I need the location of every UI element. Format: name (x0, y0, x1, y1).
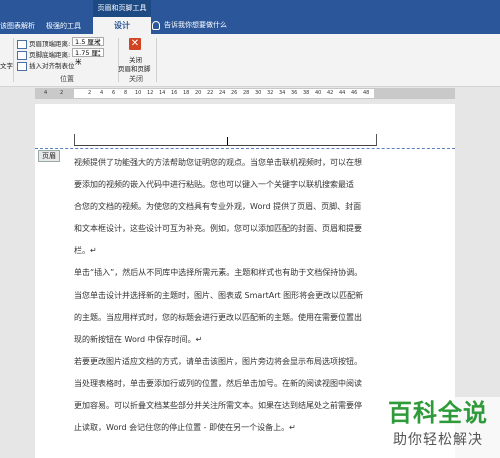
horizontal-ruler[interactable]: 4 2 2 4 6 8 10 12 14 16 18 20 22 24 26 2… (35, 88, 455, 99)
ruler-tick: 38 (303, 90, 310, 96)
body-line: 和文本框设计，这些设计可互为补充。例如，您可以添加匹配的封面、页眉和提要 (74, 224, 362, 234)
watermark-subtitle: 助你轻松解决 (393, 432, 483, 448)
ruler-tick: 32 (267, 90, 274, 96)
crop-mark (376, 134, 377, 146)
ruler-tick: 16 (171, 90, 178, 96)
insert-align-tab-button[interactable]: 插入对齐制表位 (17, 60, 75, 71)
ruler-tick: 26 (231, 90, 238, 96)
body-line: 视频提供了功能强大的方法帮助您证明您的观点。当您单击联机视频时，可以在想 (74, 158, 362, 167)
footer-bottom-distance-input[interactable]: 1.75 厘米 (72, 48, 104, 66)
ruler-tick: 42 (327, 90, 334, 96)
watermark-logo: 百科全说 助你轻松解决 (376, 397, 500, 458)
header-label-tag: 页眉 (38, 150, 60, 162)
body-line: 当您单击设计并选择新的主题时，图片、图表或 SmartArt 图形将会更改以匹配… (74, 290, 364, 300)
ruler-tick: 2 (88, 90, 92, 96)
close-icon[interactable]: ✕ (129, 38, 141, 50)
body-line: 止读取，Word 会记住您的停止位置 - 即使在另一个设备上。↵ (74, 423, 296, 433)
ruler-tick: 4 (44, 90, 48, 96)
ribbon-separator (13, 38, 14, 82)
body-line: 现的新按钮在 Word 中保存时间。↵ (74, 334, 203, 344)
ruler-tick: 28 (243, 90, 250, 96)
ruler-tick: 6 (112, 90, 116, 96)
ruler-tick: 36 (291, 90, 298, 96)
contextual-group-title: 页眉和页脚工具 (97, 4, 147, 12)
body-line: 若要更改图片适应文档的方式，请单击该图片，图片旁边将会显示布局选项按钮。 (74, 356, 362, 366)
watermark-title: 百科全说 (388, 399, 488, 427)
ruler-tick: 12 (147, 90, 154, 96)
body-line: 栏。↵ (74, 246, 97, 256)
close-button-label-2[interactable]: 页眉和页脚 (118, 63, 151, 73)
ruler-tick: 4 (100, 90, 104, 96)
tell-me-text: 告诉我你想要做什么 (164, 21, 227, 29)
ruler-tick: 24 (219, 90, 226, 96)
header-border-line (74, 145, 376, 146)
ruler-tick: 2 (60, 90, 64, 96)
text-cursor (227, 137, 228, 145)
ruler-tick: 30 (255, 90, 262, 96)
ruler-tick: 22 (207, 90, 214, 96)
close-group-label: 关闭 (129, 75, 143, 83)
ribbon-cut-label: 文字 (0, 62, 13, 70)
ruler-left-margin (36, 89, 74, 98)
body-line: 单击“插入”，然后从不同库中选择所需元素。主题和样式也有助于文档保持协调。 (74, 268, 363, 278)
body-line: 更加容易。可以折叠文档某些部分并关注所需文本。如果在达到结尾处之前需要停 (74, 401, 362, 411)
body-line: 要添加的视频的嵌入代码中进行粘贴。您也可以键入一个关键字以联机搜索最适 (74, 180, 354, 190)
ruler-tick: 20 (195, 90, 202, 96)
header-position-icon (17, 39, 27, 49)
ruler-tick: 48 (363, 90, 370, 96)
document-body[interactable]: 视频提供了功能强大的方法帮助您证明您的观点。当您单击联机视频时，可以在想 要添加… (74, 152, 380, 439)
footer-position-icon (17, 50, 27, 60)
tab-review[interactable]: 该图表解析 (0, 21, 35, 31)
body-line: 的主题。当应用样式时，您的标题会进行更改以匹配新的主题。使用在需要位置出 (74, 312, 362, 322)
ruler-tick: 10 (135, 90, 142, 96)
ruler-tick: 18 (183, 90, 190, 96)
ruler-tick: 40 (315, 90, 322, 96)
ruler-right-margin (374, 89, 454, 98)
ruler-tick: 44 (339, 90, 346, 96)
position-group-label: 位置 (60, 75, 74, 83)
ruler-tick: 14 (159, 90, 166, 96)
lightbulb-icon (152, 20, 160, 30)
title-bar: 页眉和页脚工具 该图表解析 极强的工具 设计 告诉我你想要做什么 (0, 0, 500, 34)
ribbon-separator (156, 38, 157, 82)
body-line: 当处理表格时，单击要添加行或列的位置，然后单击加号。在新的阅读视图中阅读 (74, 378, 362, 388)
body-line: 合您的文档的视频。为使您的文档具有专业外观，Word 提供了页眉、页脚、封面 (74, 202, 362, 212)
ribbon-separator (118, 38, 119, 82)
header-boundary (35, 148, 455, 149)
ruler-tick: 34 (279, 90, 286, 96)
tab-tools[interactable]: 极强的工具 (46, 21, 81, 31)
tell-me-search[interactable]: 告诉我你想要做什么 (152, 17, 227, 34)
align-tab-icon (17, 61, 27, 71)
ruler-tick: 46 (351, 90, 358, 96)
tab-design[interactable]: 设计 (93, 17, 151, 34)
header-top-distance-input[interactable]: 1.5 厘米 (72, 37, 104, 47)
ribbon: 文字 页眉顶端距离: 1.5 厘米 页脚底端距离: 1.75 厘米 插入对齐制表… (0, 34, 500, 87)
footer-bottom-distance-label: 页脚底端距离: (17, 49, 70, 60)
header-top-distance-label: 页眉顶端距离: (17, 38, 70, 49)
ruler-tick: 8 (124, 90, 128, 96)
